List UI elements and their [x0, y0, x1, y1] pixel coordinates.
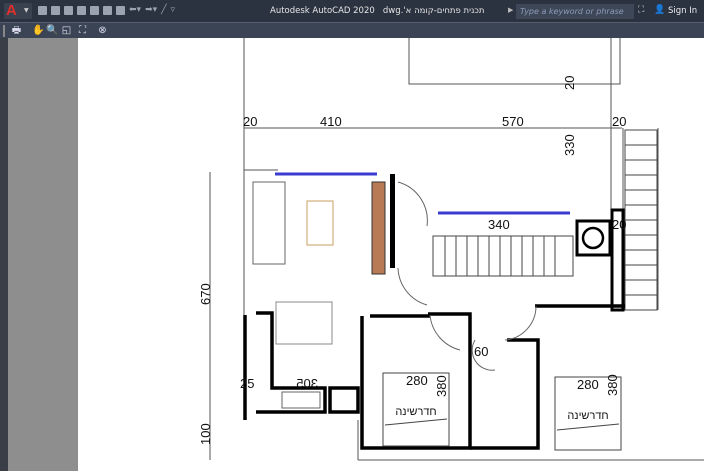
zoom-extents-icon[interactable]: ⛶ — [76, 24, 89, 37]
expand-arrow-icon[interactable]: ▶ — [508, 6, 513, 14]
close-preview-icon[interactable]: ⊗ — [96, 24, 109, 37]
app-title: Autodesk AutoCAD 2020 — [270, 6, 375, 16]
customize-dropdown-icon[interactable]: ▿ — [171, 6, 176, 15]
zoom-realtime-icon[interactable]: 🔍 — [46, 24, 59, 37]
view-toolbar: 🖶 ✋ 🔍 ◱ ⛶ ⊗ — [0, 22, 704, 39]
chevron-down-icon: ▼ — [24, 7, 29, 14]
quick-access-toolbar: ⬅▾ ➡▾ ╱ ▿ — [38, 6, 175, 15]
zoom-window-icon[interactable]: ◱ — [60, 24, 73, 37]
pan-hand-icon[interactable]: ✋ — [32, 24, 45, 37]
undo-icon[interactable]: ⬅▾ — [129, 6, 141, 15]
autocad-logo-icon: A — [6, 2, 17, 19]
dim-410: 410 — [320, 114, 342, 129]
print-icon[interactable] — [116, 6, 125, 15]
dim-20-top: 20 — [562, 76, 577, 90]
drawing-canvas[interactable]: 20 410 570 20 20 330 340 20 670 100 25 3… — [78, 38, 704, 471]
redo-icon[interactable]: ➡▾ — [145, 6, 157, 15]
dim-305: 305 — [296, 376, 318, 391]
save-icon[interactable] — [64, 6, 73, 15]
window-title: Autodesk AutoCAD 2020 תכנית פתחים-קומה א… — [270, 6, 484, 16]
dim-330: 330 — [562, 134, 577, 156]
file-name: תכנית פתחים-קומה א'.dwg — [382, 6, 485, 16]
line-icon[interactable]: ╱ — [161, 6, 166, 15]
dim-670: 670 — [198, 283, 213, 305]
dim-20-left: 20 — [243, 114, 257, 129]
search-input[interactable]: Type a keyword or phrase — [516, 4, 634, 19]
new-icon[interactable] — [38, 6, 47, 15]
left-margin — [0, 38, 78, 471]
save-as-icon[interactable] — [77, 6, 86, 15]
side-strip — [0, 38, 8, 471]
import-icon[interactable] — [103, 6, 112, 15]
toolbar-grip[interactable] — [3, 25, 5, 37]
dim-280-a: 280 — [406, 373, 428, 388]
dim-280-b: 280 — [577, 377, 599, 392]
print-icon[interactable]: 🖶 — [10, 24, 23, 37]
user-icon[interactable]: 👤 — [654, 5, 665, 15]
room-label-bedroom-b: חדרשינה — [567, 410, 608, 422]
dim-25: 25 — [240, 376, 254, 391]
dim-380-a: 380 — [434, 375, 449, 397]
dim-60: 60 — [474, 344, 488, 359]
dim-100: 100 — [198, 423, 213, 445]
dim-570: 570 — [502, 114, 524, 129]
dim-20-right: 20 — [612, 114, 626, 129]
dim-20-stair: 20 — [612, 217, 626, 232]
open-icon[interactable] — [51, 6, 60, 15]
sign-in-button[interactable]: Sign In — [668, 6, 697, 16]
stair-right — [624, 129, 658, 311]
dim-340: 340 — [488, 217, 510, 232]
room-label-bedroom-a: חדרשינה — [395, 406, 436, 418]
binoculars-icon[interactable]: ⛶ — [638, 5, 644, 15]
application-menu-button[interactable]: A ▼ — [4, 2, 32, 19]
plot-icon[interactable] — [90, 6, 99, 15]
floor-plan: 20 410 570 20 20 330 340 20 670 100 25 3… — [198, 38, 704, 461]
dim-380-b: 380 — [605, 374, 620, 396]
living-area — [252, 172, 428, 345]
stair-middle — [432, 208, 625, 312]
title-bar: A ▼ ⬅▾ ➡▾ ╱ ▿ Autodesk AutoCAD 2020 תכני… — [0, 0, 704, 22]
